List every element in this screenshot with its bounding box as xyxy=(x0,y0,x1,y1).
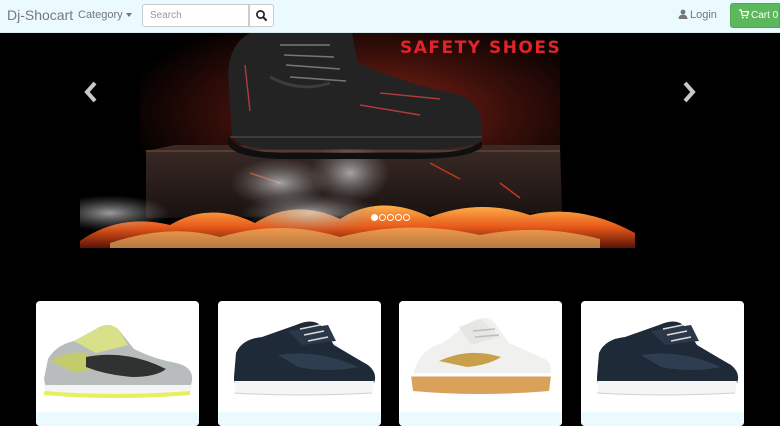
product-card[interactable] xyxy=(218,301,381,426)
yellow-grey-sneaker-icon xyxy=(43,325,193,398)
cart-button[interactable]: Cart 0 xyxy=(730,3,780,28)
navbar: Dj-Shocart Category Login Cart 0 xyxy=(0,0,780,33)
navy-white-sneaker-icon xyxy=(233,321,376,396)
search-button[interactable] xyxy=(249,4,274,27)
login-label: Login xyxy=(690,9,717,21)
search-input[interactable] xyxy=(142,4,249,27)
chevron-left-icon xyxy=(84,81,97,103)
carousel-indicator[interactable] xyxy=(395,214,402,221)
product-card[interactable] xyxy=(399,301,562,426)
hero-carousel: SAFETY SHOES xyxy=(0,33,780,255)
product-card[interactable] xyxy=(36,301,199,426)
category-dropdown[interactable]: Category xyxy=(78,9,132,21)
carousel-prev-button[interactable] xyxy=(84,81,98,108)
carousel-indicator[interactable] xyxy=(403,214,410,221)
product-card[interactable] xyxy=(581,301,744,426)
white-gold-sneaker-icon xyxy=(411,318,552,394)
carousel-indicator[interactable] xyxy=(379,214,386,221)
caret-down-icon xyxy=(125,13,132,18)
brand-link[interactable]: Dj-Shocart xyxy=(7,7,73,23)
user-icon xyxy=(678,9,688,19)
category-label: Category xyxy=(78,9,123,21)
navy-white-sneaker-icon xyxy=(596,321,739,396)
chevron-right-icon xyxy=(683,81,696,103)
safety-shoe-banner-image xyxy=(80,33,635,248)
shopping-cart-icon xyxy=(739,9,750,19)
carousel-indicators xyxy=(371,208,411,221)
login-link[interactable]: Login xyxy=(678,9,717,21)
carousel-indicator[interactable] xyxy=(387,214,394,221)
cart-label: Cart 0 xyxy=(751,10,779,21)
banner-title-text: SAFETY SHOES xyxy=(400,38,562,58)
card-footer xyxy=(218,412,381,426)
search-icon xyxy=(256,10,267,21)
card-footer xyxy=(36,412,199,426)
carousel-indicator[interactable] xyxy=(371,214,378,221)
card-footer xyxy=(581,412,744,426)
carousel-next-button[interactable] xyxy=(682,81,696,108)
card-footer xyxy=(399,412,562,426)
